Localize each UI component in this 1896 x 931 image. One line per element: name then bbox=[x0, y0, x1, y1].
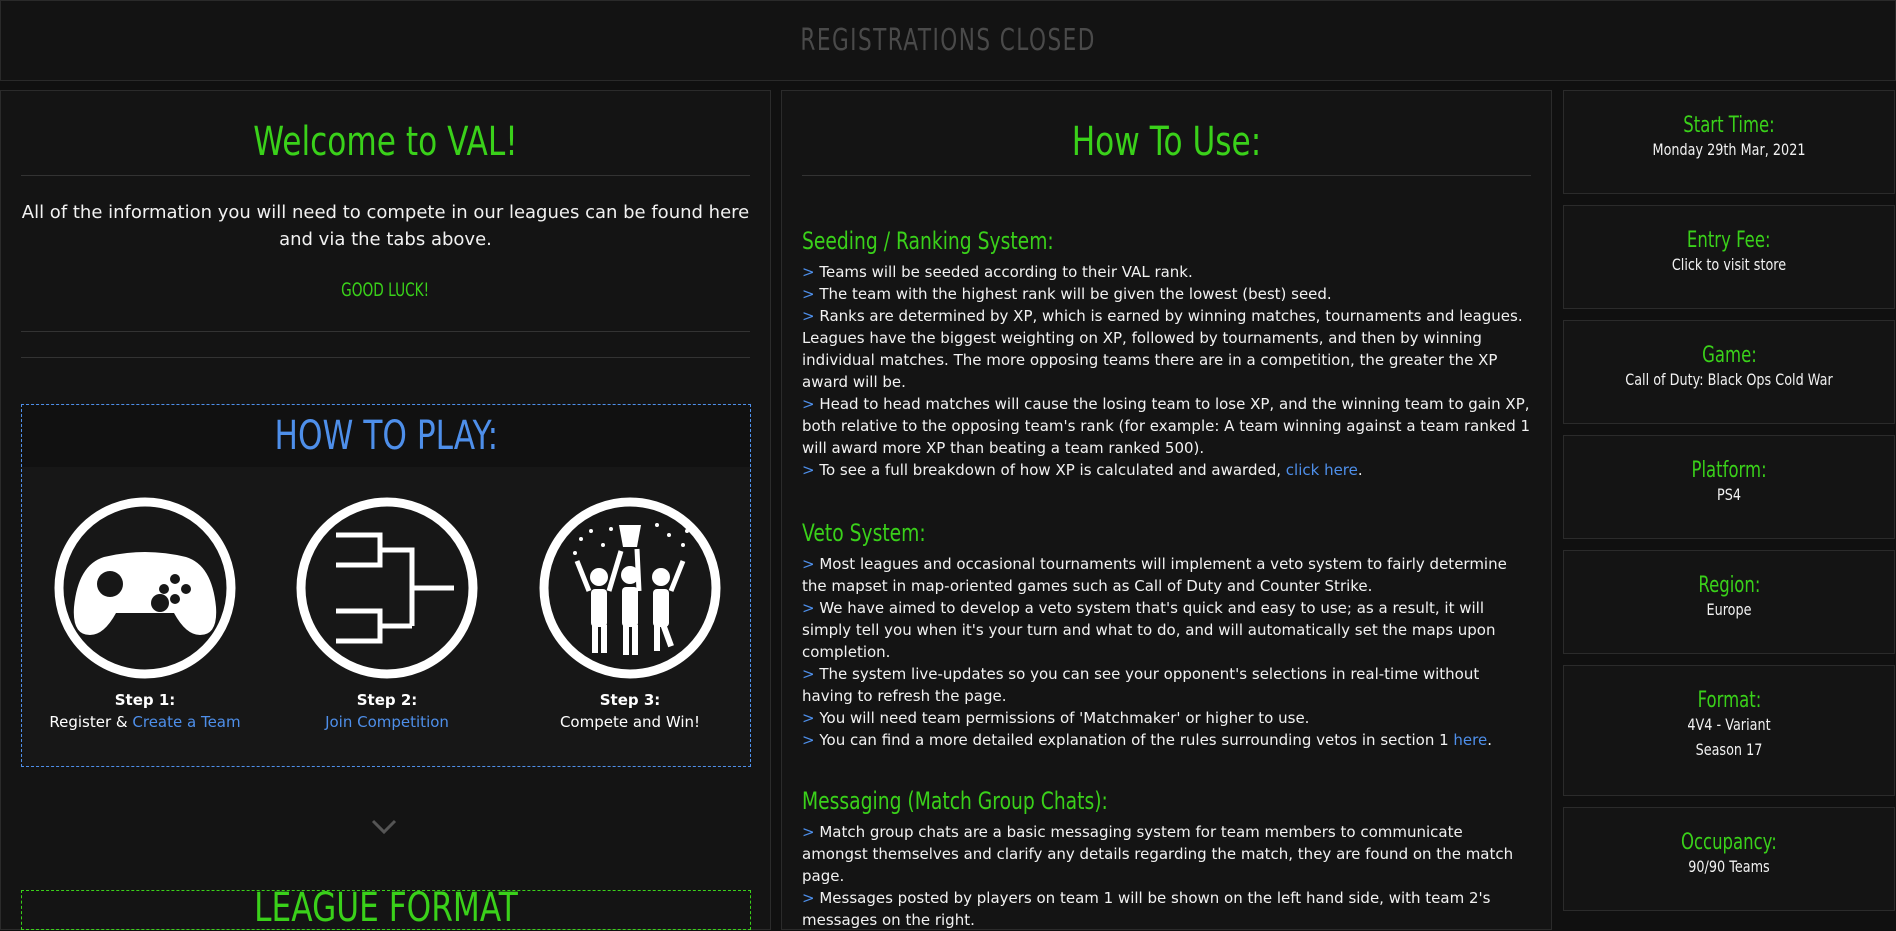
welcome-title: Welcome to VAL! bbox=[253, 119, 518, 165]
veto-heading: Veto System: bbox=[802, 519, 926, 547]
platform-card: Platform: PS4 bbox=[1563, 435, 1895, 539]
format-card: Format: 4V4 - Variant Season 17 bbox=[1563, 665, 1895, 796]
gamepad-icon bbox=[54, 497, 236, 679]
league-format-box: LEAGUE FORMAT bbox=[21, 890, 751, 930]
start-time-label: Start Time: bbox=[1683, 113, 1775, 138]
step-2-label: Step 2: bbox=[356, 691, 418, 709]
game-label: Game: bbox=[1701, 343, 1757, 368]
veto-item: > The system live-updates so you can see… bbox=[802, 665, 1480, 705]
entry-fee-link[interactable]: Click to visit store bbox=[1597, 255, 1861, 274]
trophy-celebration-icon bbox=[539, 497, 721, 679]
good-luck-text: GOOD LUCK! bbox=[341, 279, 430, 301]
veto-item: > You will need team permissions of 'Mat… bbox=[802, 709, 1310, 727]
welcome-text: All of the information you will need to … bbox=[21, 202, 750, 250]
entry-fee-card[interactable]: Entry Fee: Click to visit store bbox=[1563, 205, 1895, 309]
messaging-item: > Messages posted by players on team 1 w… bbox=[802, 889, 1491, 929]
create-team-link[interactable]: Create a Team bbox=[132, 713, 240, 731]
region-label: Region: bbox=[1697, 573, 1761, 598]
veto-item: > You can find a more detailed explanati… bbox=[802, 731, 1493, 749]
welcome-panel: Welcome to VAL! All of the information y… bbox=[0, 90, 771, 930]
join-competition-link[interactable]: Join Competition bbox=[325, 713, 449, 731]
platform-label: Platform: bbox=[1691, 458, 1767, 483]
step-1-label: Step 1: bbox=[114, 691, 176, 709]
format-value: 4V4 - Variant bbox=[1687, 715, 1771, 734]
region-value: Europe bbox=[1706, 600, 1752, 619]
season-value: Season 17 bbox=[1695, 740, 1763, 759]
seeding-item: > Teams will be seeded according to thei… bbox=[802, 263, 1193, 281]
how-to-use-title: How To Use: bbox=[1071, 119, 1262, 165]
game-card: Game: Call of Duty: Black Ops Cold War bbox=[1563, 320, 1895, 424]
registration-status-text: REGISTRATIONS CLOSED bbox=[800, 23, 1096, 58]
registration-status-banner: REGISTRATIONS CLOSED bbox=[0, 0, 1896, 81]
how-to-use-panel: How To Use: Seeding / Ranking System: > … bbox=[781, 90, 1552, 930]
veto-section: Veto System: > Most leagues and occasion… bbox=[802, 519, 1531, 751]
veto-rules-link[interactable]: here bbox=[1453, 731, 1487, 749]
bracket-icon bbox=[296, 497, 478, 679]
start-time-card: Start Time: Monday 29th Mar, 2021 bbox=[1563, 90, 1895, 194]
platform-value: PS4 bbox=[1717, 485, 1741, 504]
veto-item: > Most leagues and occasional tournament… bbox=[802, 555, 1507, 595]
seeding-heading: Seeding / Ranking System: bbox=[802, 227, 1054, 255]
league-format-title: LEAGUE FORMAT bbox=[254, 890, 518, 930]
region-card: Region: Europe bbox=[1563, 550, 1895, 654]
messaging-item: > Match group chats are a basic messagin… bbox=[802, 823, 1514, 885]
messaging-section: Messaging (Match Group Chats): > Match g… bbox=[802, 787, 1531, 931]
start-time-value: Monday 29th Mar, 2021 bbox=[1652, 140, 1806, 159]
how-to-play-box: HOW TO PLAY: Step 1: Register & Create a… bbox=[21, 404, 751, 767]
occupancy-card: Occupancy: 90/90 Teams bbox=[1563, 807, 1895, 911]
seeding-item: > The team with the highest rank will be… bbox=[802, 285, 1332, 303]
occupancy-label: Occupancy: bbox=[1681, 830, 1777, 855]
step-1: Step 1: Register & Create a Team bbox=[45, 495, 245, 731]
xp-breakdown-link[interactable]: click here bbox=[1286, 461, 1358, 479]
chevron-down-icon[interactable] bbox=[371, 819, 397, 835]
step-3-text: Compete and Win! bbox=[559, 713, 701, 731]
seeding-item: > Head to head matches will cause the lo… bbox=[802, 395, 1531, 457]
occupancy-value: 90/90 Teams bbox=[1688, 857, 1770, 876]
seeding-item: > Ranks are determined by XP, which is e… bbox=[802, 307, 1523, 391]
divider bbox=[21, 357, 750, 358]
step-2: Step 2: Join Competition bbox=[287, 495, 487, 731]
step-3-label: Step 3: bbox=[599, 691, 661, 709]
divider bbox=[21, 175, 750, 176]
veto-item: > We have aimed to develop a veto system… bbox=[802, 599, 1496, 661]
divider bbox=[802, 175, 1531, 176]
entry-fee-label: Entry Fee: bbox=[1687, 228, 1771, 253]
how-to-play-title: HOW TO PLAY: bbox=[274, 413, 498, 459]
messaging-heading: Messaging (Match Group Chats): bbox=[802, 787, 1108, 815]
divider bbox=[21, 331, 750, 332]
format-label: Format: bbox=[1697, 688, 1761, 713]
seeding-item: > To see a full breakdown of how XP is c… bbox=[802, 461, 1363, 479]
seeding-section: Seeding / Ranking System: > Teams will b… bbox=[802, 227, 1531, 481]
game-value: Call of Duty: Black Ops Cold War bbox=[1625, 370, 1833, 389]
step-1-text: Register & bbox=[49, 713, 133, 731]
step-3: Step 3: Compete and Win! bbox=[530, 495, 730, 731]
